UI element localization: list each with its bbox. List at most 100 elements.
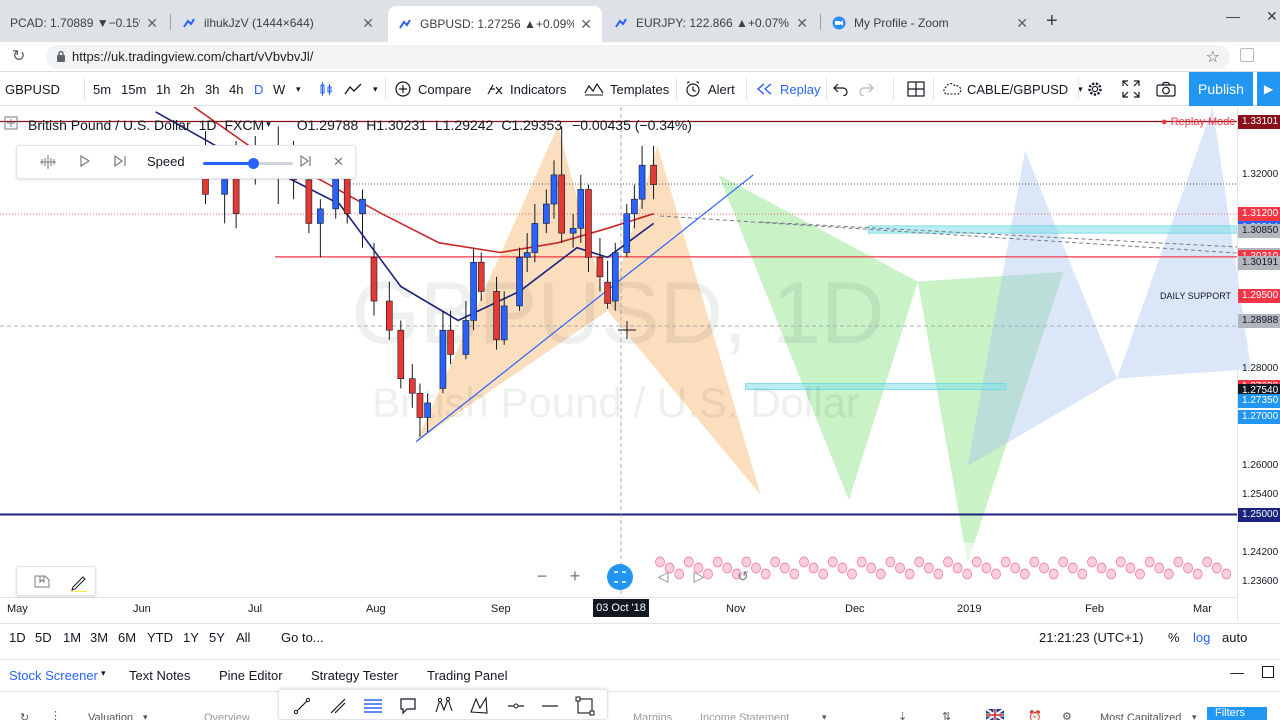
close-icon[interactable]: ✕ [362, 15, 374, 32]
alert-button[interactable]: Alert [684, 72, 735, 106]
browser-tab-eurjpy[interactable]: EURJPY: 122.866 ▲+0.07% — US ✕ [604, 8, 818, 38]
refresh-icon[interactable]: ↻ [20, 711, 29, 720]
new-tab-button[interactable]: + [1046, 10, 1058, 33]
close-icon[interactable]: ✕ [796, 15, 808, 32]
tab-stock-screener[interactable]: Stock Screener [9, 668, 98, 683]
range-5y[interactable]: 5Y [209, 630, 225, 645]
reload-icon[interactable]: ↻ [12, 46, 25, 66]
percent-scale-toggle[interactable]: % [1168, 630, 1180, 645]
undo-icon[interactable] [833, 72, 849, 106]
chart-canvas[interactable]: GBPUSD, 1D British Pound / U.S. Dollar [0, 107, 1280, 622]
fib-tool-icon[interactable] [363, 697, 383, 718]
browser-tab-zoom[interactable]: My Profile - Zoom ✕ [822, 8, 1038, 38]
camera-icon[interactable] [1156, 72, 1176, 106]
interval-15m[interactable]: 15m [121, 72, 146, 106]
zoom-in-button[interactable]: + [564, 565, 586, 587]
publish-button[interactable]: Publish [1189, 72, 1253, 106]
alarm-icon[interactable]: ⏰ [1028, 710, 1042, 720]
close-icon[interactable]: ✕ [580, 16, 592, 33]
more-icon[interactable]: ⋮ [50, 709, 61, 720]
scroll-left-icon[interactable]: ◁ [652, 565, 674, 587]
range-6m[interactable]: 6M [118, 630, 136, 645]
rectangle-tool-icon[interactable] [575, 696, 595, 719]
chevron-down-icon[interactable]: ▾ [296, 72, 301, 106]
overview-tab[interactable]: Overview [204, 712, 250, 720]
browser-tab-image[interactable]: ilhukJzV (1444×644) ✕ [172, 8, 384, 38]
interval-5m[interactable]: 5m [93, 72, 111, 106]
range-1m[interactable]: 1M [63, 630, 81, 645]
chart-area[interactable]: GBPUSD, 1D British Pound / U.S. Dollar B… [0, 107, 1280, 622]
minimize-icon[interactable]: — [1226, 8, 1240, 24]
extension-icon[interactable] [1240, 48, 1254, 62]
layout-name-button[interactable]: CABLE/GBPUSD ▾ [941, 72, 1083, 106]
note-tool-icon[interactable] [399, 697, 417, 718]
replay-button[interactable]: Replay [756, 72, 820, 106]
speed-slider-handle[interactable] [247, 158, 259, 169]
trend-line-tool-icon[interactable] [293, 697, 311, 718]
range-3m[interactable]: 3M [90, 630, 108, 645]
most-capitalized-select[interactable]: Most Capitalized [1100, 712, 1181, 720]
jump-to-realtime-icon[interactable] [299, 154, 313, 171]
gear-icon[interactable] [1086, 72, 1104, 106]
select-bar-icon[interactable] [39, 154, 57, 173]
pencil-icon[interactable] [69, 572, 89, 595]
chevron-down-icon[interactable]: ▾ [143, 712, 148, 720]
window-close-icon[interactable]: ✕ [1266, 8, 1278, 25]
range-all[interactable]: All [236, 630, 250, 645]
xabcd-tool-icon[interactable] [469, 696, 489, 719]
close-icon[interactable]: ✕ [146, 15, 158, 32]
range-ytd[interactable]: YTD [147, 630, 173, 645]
step-forward-icon[interactable] [113, 154, 127, 171]
close-icon[interactable]: ✕ [333, 154, 344, 170]
speed-slider[interactable] [203, 158, 293, 169]
legend-menu-icon[interactable] [4, 116, 18, 133]
layout-grid-icon[interactable] [907, 72, 925, 106]
goto-date-button[interactable]: Go to... [281, 630, 324, 645]
chevron-down-icon[interactable]: ▾ [1192, 712, 1197, 720]
chart-legend[interactable]: British Pound / U.S. Dollar 1D FXCM ▾ O1… [4, 116, 692, 133]
browser-tab-gbpusd[interactable]: GBPUSD: 1.27256 ▲+0.09% — C ✕ [388, 6, 602, 42]
url-field[interactable]: https://uk.tradingview.com/chart/vVbvbvJ… [46, 45, 1230, 69]
range-5d[interactable]: 5D [35, 630, 52, 645]
interval-4h[interactable]: 4h [229, 72, 243, 106]
tab-trading-panel[interactable]: Trading Panel [427, 668, 507, 683]
clock-display[interactable]: 21:21:23 (UTC+1) [1039, 630, 1143, 645]
play-icon[interactable] [79, 154, 91, 171]
legend-symbol-name[interactable]: British Pound / U.S. Dollar [28, 117, 191, 133]
ray-tool-icon[interactable] [329, 697, 347, 718]
reset-scale-icon[interactable]: ↺ [732, 565, 754, 587]
chevron-right-icon[interactable]: ▶ [1257, 72, 1280, 106]
indicators-button[interactable]: Indicators [486, 72, 566, 106]
income-statement-tab[interactable]: Income Statement [700, 712, 789, 720]
flag-icon[interactable] [985, 708, 1005, 720]
columns-icon[interactable]: ⇅ [942, 710, 951, 720]
interval-2h[interactable]: 2h [180, 72, 194, 106]
tab-text-notes[interactable]: Text Notes [129, 668, 190, 683]
chevron-down-icon[interactable]: ▾ [373, 72, 378, 106]
symbol-search[interactable]: GBPUSD [5, 72, 60, 106]
download-icon[interactable]: ⇣ [898, 710, 907, 720]
auto-scale-toggle[interactable]: auto [1222, 630, 1247, 645]
measure-tool-icon[interactable] [541, 697, 559, 718]
reset-chart-button[interactable] [607, 564, 633, 590]
indicator-line-icon[interactable] [344, 72, 362, 106]
interval-3h[interactable]: 3h [205, 72, 219, 106]
horizontal-line-tool-icon[interactable] [507, 697, 525, 718]
chevron-down-icon[interactable]: ▾ [822, 712, 827, 720]
scroll-right-icon[interactable]: ▷ [688, 565, 710, 587]
interval-w[interactable]: W [273, 72, 285, 106]
templates-button[interactable]: Templates [584, 72, 669, 106]
chevron-down-icon[interactable]: ▾ [266, 119, 271, 130]
interval-d[interactable]: D [254, 72, 263, 106]
close-icon[interactable]: ✕ [1016, 15, 1028, 32]
zoom-out-button[interactable]: − [531, 565, 553, 587]
pattern-tool-icon[interactable] [434, 696, 454, 719]
valuation-select[interactable]: Valuation [88, 712, 133, 720]
compare-button[interactable]: Compare [395, 72, 471, 106]
range-1y[interactable]: 1Y [183, 630, 199, 645]
log-scale-toggle[interactable]: log [1193, 630, 1210, 645]
filters-button[interactable]: Filters [1207, 707, 1267, 720]
range-1d[interactable]: 1D [9, 630, 26, 645]
maximize-panel-icon[interactable] [1262, 666, 1274, 681]
candles-icon[interactable] [318, 72, 334, 106]
